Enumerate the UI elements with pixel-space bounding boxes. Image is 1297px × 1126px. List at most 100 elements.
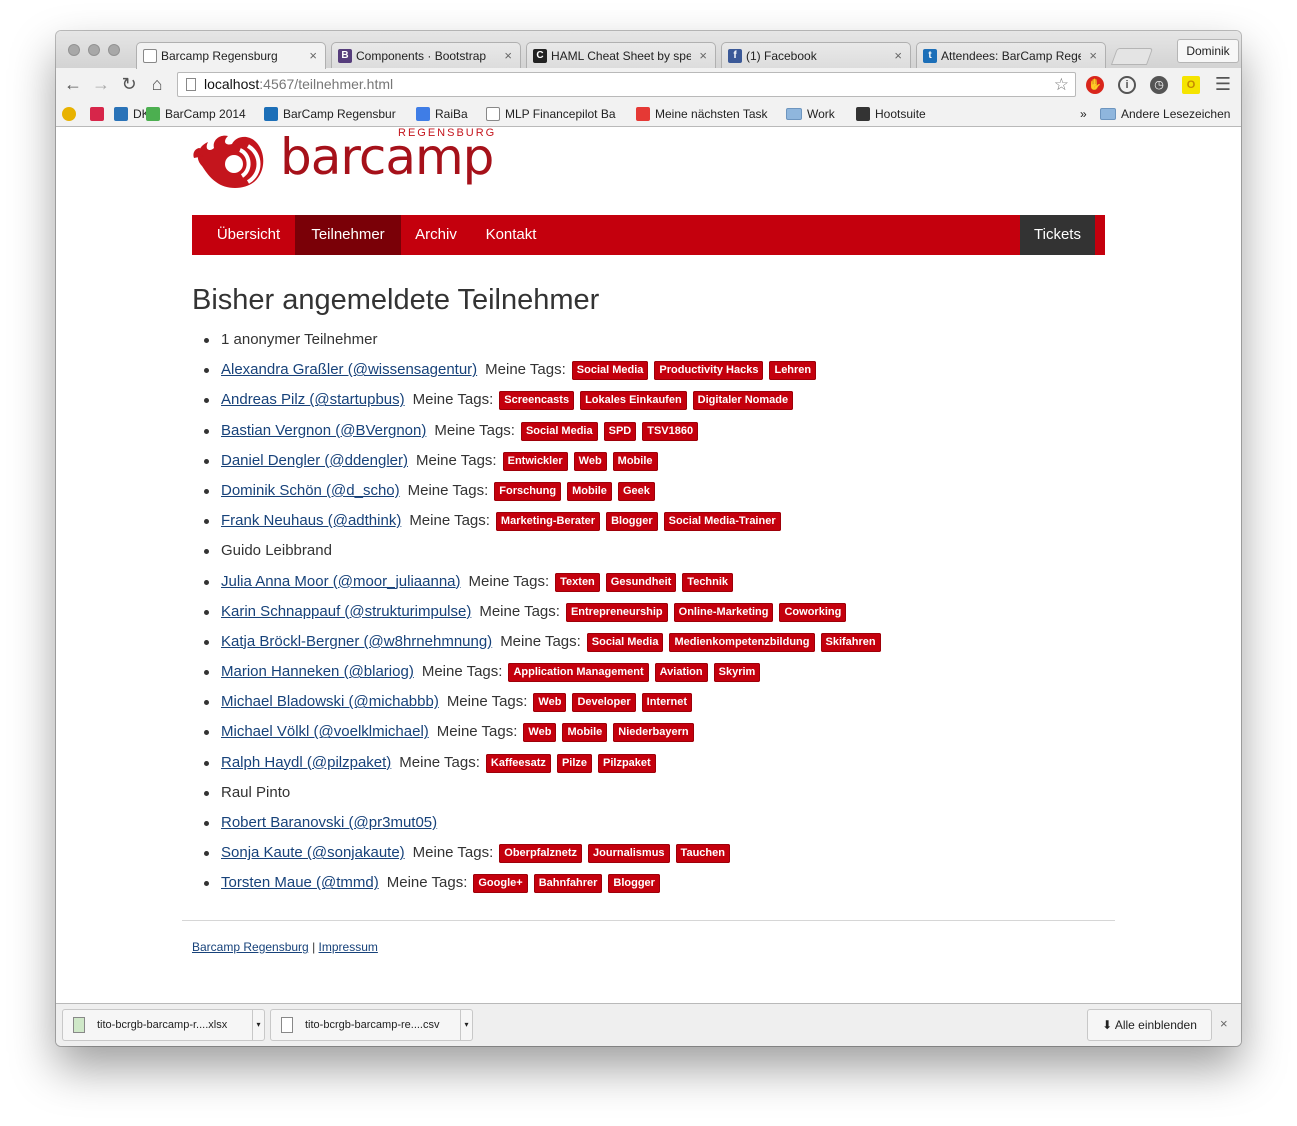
minimize-window-button[interactable]	[88, 44, 100, 56]
download-filename: tito-bcrgb-barcamp-r....xlsx	[97, 1019, 228, 1031]
folder-icon	[786, 108, 802, 120]
profile-button[interactable]: Dominik	[1177, 39, 1239, 63]
main-navigation: Übersicht Teilnehmer Archiv Kontakt Tickets	[192, 215, 1105, 255]
extension-o-icon[interactable]: O	[1182, 76, 1200, 94]
zoom-window-button[interactable]	[108, 44, 120, 56]
tag-badge: Kaffeesatz	[485, 753, 551, 773]
attendee-name-link[interactable]: Frank Neuhaus (@adthink)	[221, 512, 401, 529]
attendee-item: Guido Leibbrand	[192, 536, 881, 566]
attendee-name-link[interactable]: Karin Schnappauf (@strukturimpulse)	[221, 603, 471, 620]
attendee-item: Michael Bladowski (@michabbb) Meine Tags:…	[192, 687, 881, 717]
download-item[interactable]: tito-bcrgb-barcamp-re....csv ▾	[270, 1009, 473, 1041]
attendee-item: Marion Hanneken (@blariog) Meine Tags: App…	[192, 657, 881, 687]
attendee-name-link[interactable]: Michael Bladowski (@michabbb)	[221, 693, 439, 710]
browser-tab[interactable]: C HAML Cheat Sheet by spe ×	[526, 42, 716, 69]
attendee-name-link[interactable]: Ralph Haydl (@pilzpaket)	[221, 754, 391, 771]
nav-item[interactable]: Archiv	[401, 215, 471, 255]
other-bookmarks-folder[interactable]: Andere Lesezeichen	[1100, 106, 1230, 122]
bookmark-item[interactable]: Hootsuite	[856, 106, 926, 122]
bookmark-item[interactable]: RaiBa	[416, 106, 468, 122]
footer-home-link[interactable]: Barcamp Regensburg	[192, 940, 309, 954]
bookmark-item[interactable]	[62, 106, 81, 122]
tag-badge: Web	[533, 693, 567, 713]
bookmark-item[interactable]	[90, 106, 109, 122]
browser-tab[interactable]: Barcamp Regensburg ×	[136, 42, 326, 69]
forward-arrow-icon[interactable]: →	[90, 72, 112, 96]
page-icon	[186, 78, 196, 91]
attendee-item: Torsten Maue (@tmmd) Meine Tags: Google+ Ba…	[192, 868, 881, 898]
folder-icon	[1100, 108, 1116, 120]
footer-imprint-link[interactable]: Impressum	[319, 940, 378, 954]
attendee-name-link[interactable]: Andreas Pilz (@startupbus)	[221, 391, 405, 408]
bookmark-star-icon[interactable]: ☆	[1054, 73, 1069, 96]
download-filename: tito-bcrgb-barcamp-re....csv	[305, 1019, 440, 1031]
tags-label: Meine Tags:	[421, 663, 503, 681]
download-item[interactable]: tito-bcrgb-barcamp-r....xlsx ▾	[62, 1009, 265, 1041]
home-icon[interactable]: ⌂	[146, 72, 168, 96]
tab-close-icon[interactable]: ×	[504, 43, 512, 69]
browser-tab[interactable]: t Attendees: BarCamp Rege ×	[916, 42, 1106, 69]
attendee-name-link[interactable]: Dominik Schön (@d_scho)	[221, 482, 400, 499]
attendee-name: Raul Pinto	[221, 783, 291, 801]
tags-label: Meine Tags:	[386, 874, 468, 892]
dropdown-arrow-icon[interactable]: ▾	[460, 1010, 472, 1040]
logo-subtitle: REGENSBURG	[398, 128, 497, 139]
close-shelf-icon[interactable]: ×	[1220, 1016, 1228, 1031]
address-bar[interactable]: localhost:4567/teilnehmer.html ☆	[177, 72, 1076, 97]
reload-icon[interactable]: ↻	[118, 72, 140, 96]
page-title: Bisher angemeldete Teilnehmer	[192, 284, 600, 316]
bookmark-label: Work	[807, 107, 835, 121]
attendee-name-link[interactable]: Marion Hanneken (@blariog)	[221, 663, 414, 680]
tag-badge: Aviation	[654, 663, 708, 683]
nav-tickets-button[interactable]: Tickets	[1020, 215, 1095, 255]
bookmark-item[interactable]: Work	[786, 106, 835, 122]
bookmark-item[interactable]: BarCamp 2014	[146, 106, 246, 122]
tab-close-icon[interactable]: ×	[894, 43, 902, 69]
bookmarks-overflow-button[interactable]: »	[1080, 106, 1087, 122]
tab-close-icon[interactable]: ×	[1089, 43, 1097, 69]
browser-toolbar: ← → ↻ ⌂ localhost:4567/teilnehmer.html ☆…	[56, 68, 1241, 101]
tag-badge: Coworking	[779, 602, 847, 622]
tag-badge: Social Media-Trainer	[663, 512, 781, 532]
page-icon	[143, 49, 157, 63]
attendee-name-link[interactable]: Bastian Vergnon (@BVergnon)	[221, 422, 426, 439]
nav-item[interactable]: Kontakt	[471, 215, 551, 255]
dropdown-arrow-icon[interactable]: ▾	[252, 1010, 264, 1040]
tab-title: Barcamp Regensburg	[161, 49, 278, 63]
attendee-name-link[interactable]: Michael Völkl (@voelklmichael)	[221, 723, 429, 740]
menu-icon[interactable]: ☰	[1212, 72, 1234, 96]
attendee-name-link[interactable]: Sonja Kaute (@sonjakaute)	[221, 844, 405, 861]
rainbow-icon	[636, 107, 650, 121]
attendee-item: Alexandra Graßler (@wissensagentur) Meine…	[192, 355, 881, 385]
tab-close-icon[interactable]: ×	[699, 43, 707, 69]
attendee-name-link[interactable]: Robert Baranovski (@pr3mut05)	[221, 814, 437, 831]
tag-badge: Mobile	[562, 723, 608, 743]
attendee-name-link[interactable]: Katja Bröckl-Bergner (@w8hrnehmnung)	[221, 633, 492, 650]
bookmark-item[interactable]: BarCamp Regensbur	[264, 106, 396, 122]
nav-item[interactable]: Teilnehmer	[295, 215, 401, 255]
bookmark-item[interactable]: MLP Financepilot Ba	[486, 106, 616, 122]
new-tab-button[interactable]	[1110, 48, 1154, 65]
tags-label: Meine Tags:	[412, 844, 494, 862]
back-arrow-icon[interactable]: ←	[62, 72, 84, 96]
browser-tab[interactable]: f (1) Facebook ×	[721, 42, 911, 69]
browser-tab[interactable]: B Components · Bootstrap ×	[331, 42, 521, 69]
attendee-item: Bastian Vergnon (@BVergnon) Meine Tags: So…	[192, 416, 881, 446]
attendee-name-link[interactable]: Torsten Maue (@tmmd)	[221, 874, 379, 891]
info-icon[interactable]: i	[1118, 76, 1136, 94]
adblock-icon[interactable]: ✋	[1086, 76, 1104, 94]
attendee-name-link[interactable]: Daniel Dengler (@ddengler)	[221, 452, 408, 469]
attendee-item: Frank Neuhaus (@adthink) Meine Tags: Marke…	[192, 506, 881, 536]
close-window-button[interactable]	[68, 44, 80, 56]
at-icon	[62, 107, 76, 121]
tab-close-icon[interactable]: ×	[309, 43, 317, 69]
tag-badge: Blogger	[606, 512, 658, 532]
barcamp-logo[interactable]: barcamp REGENSBURG	[192, 128, 502, 190]
bookmark-item[interactable]: Meine nächsten Task	[636, 106, 768, 122]
attendee-name-link[interactable]: Alexandra Graßler (@wissensagentur)	[221, 361, 477, 378]
nav-item[interactable]: Übersicht	[202, 215, 295, 255]
download-shelf: tito-bcrgb-barcamp-r....xlsx ▾ tito-bcrgb-…	[56, 1003, 1241, 1046]
attendee-name-link[interactable]: Julia Anna Moor (@moor_juliaanna)	[221, 573, 461, 590]
clock-icon[interactable]: ◷	[1150, 76, 1168, 94]
show-all-downloads-button[interactable]: ⬇ Alle einblenden	[1087, 1009, 1212, 1041]
